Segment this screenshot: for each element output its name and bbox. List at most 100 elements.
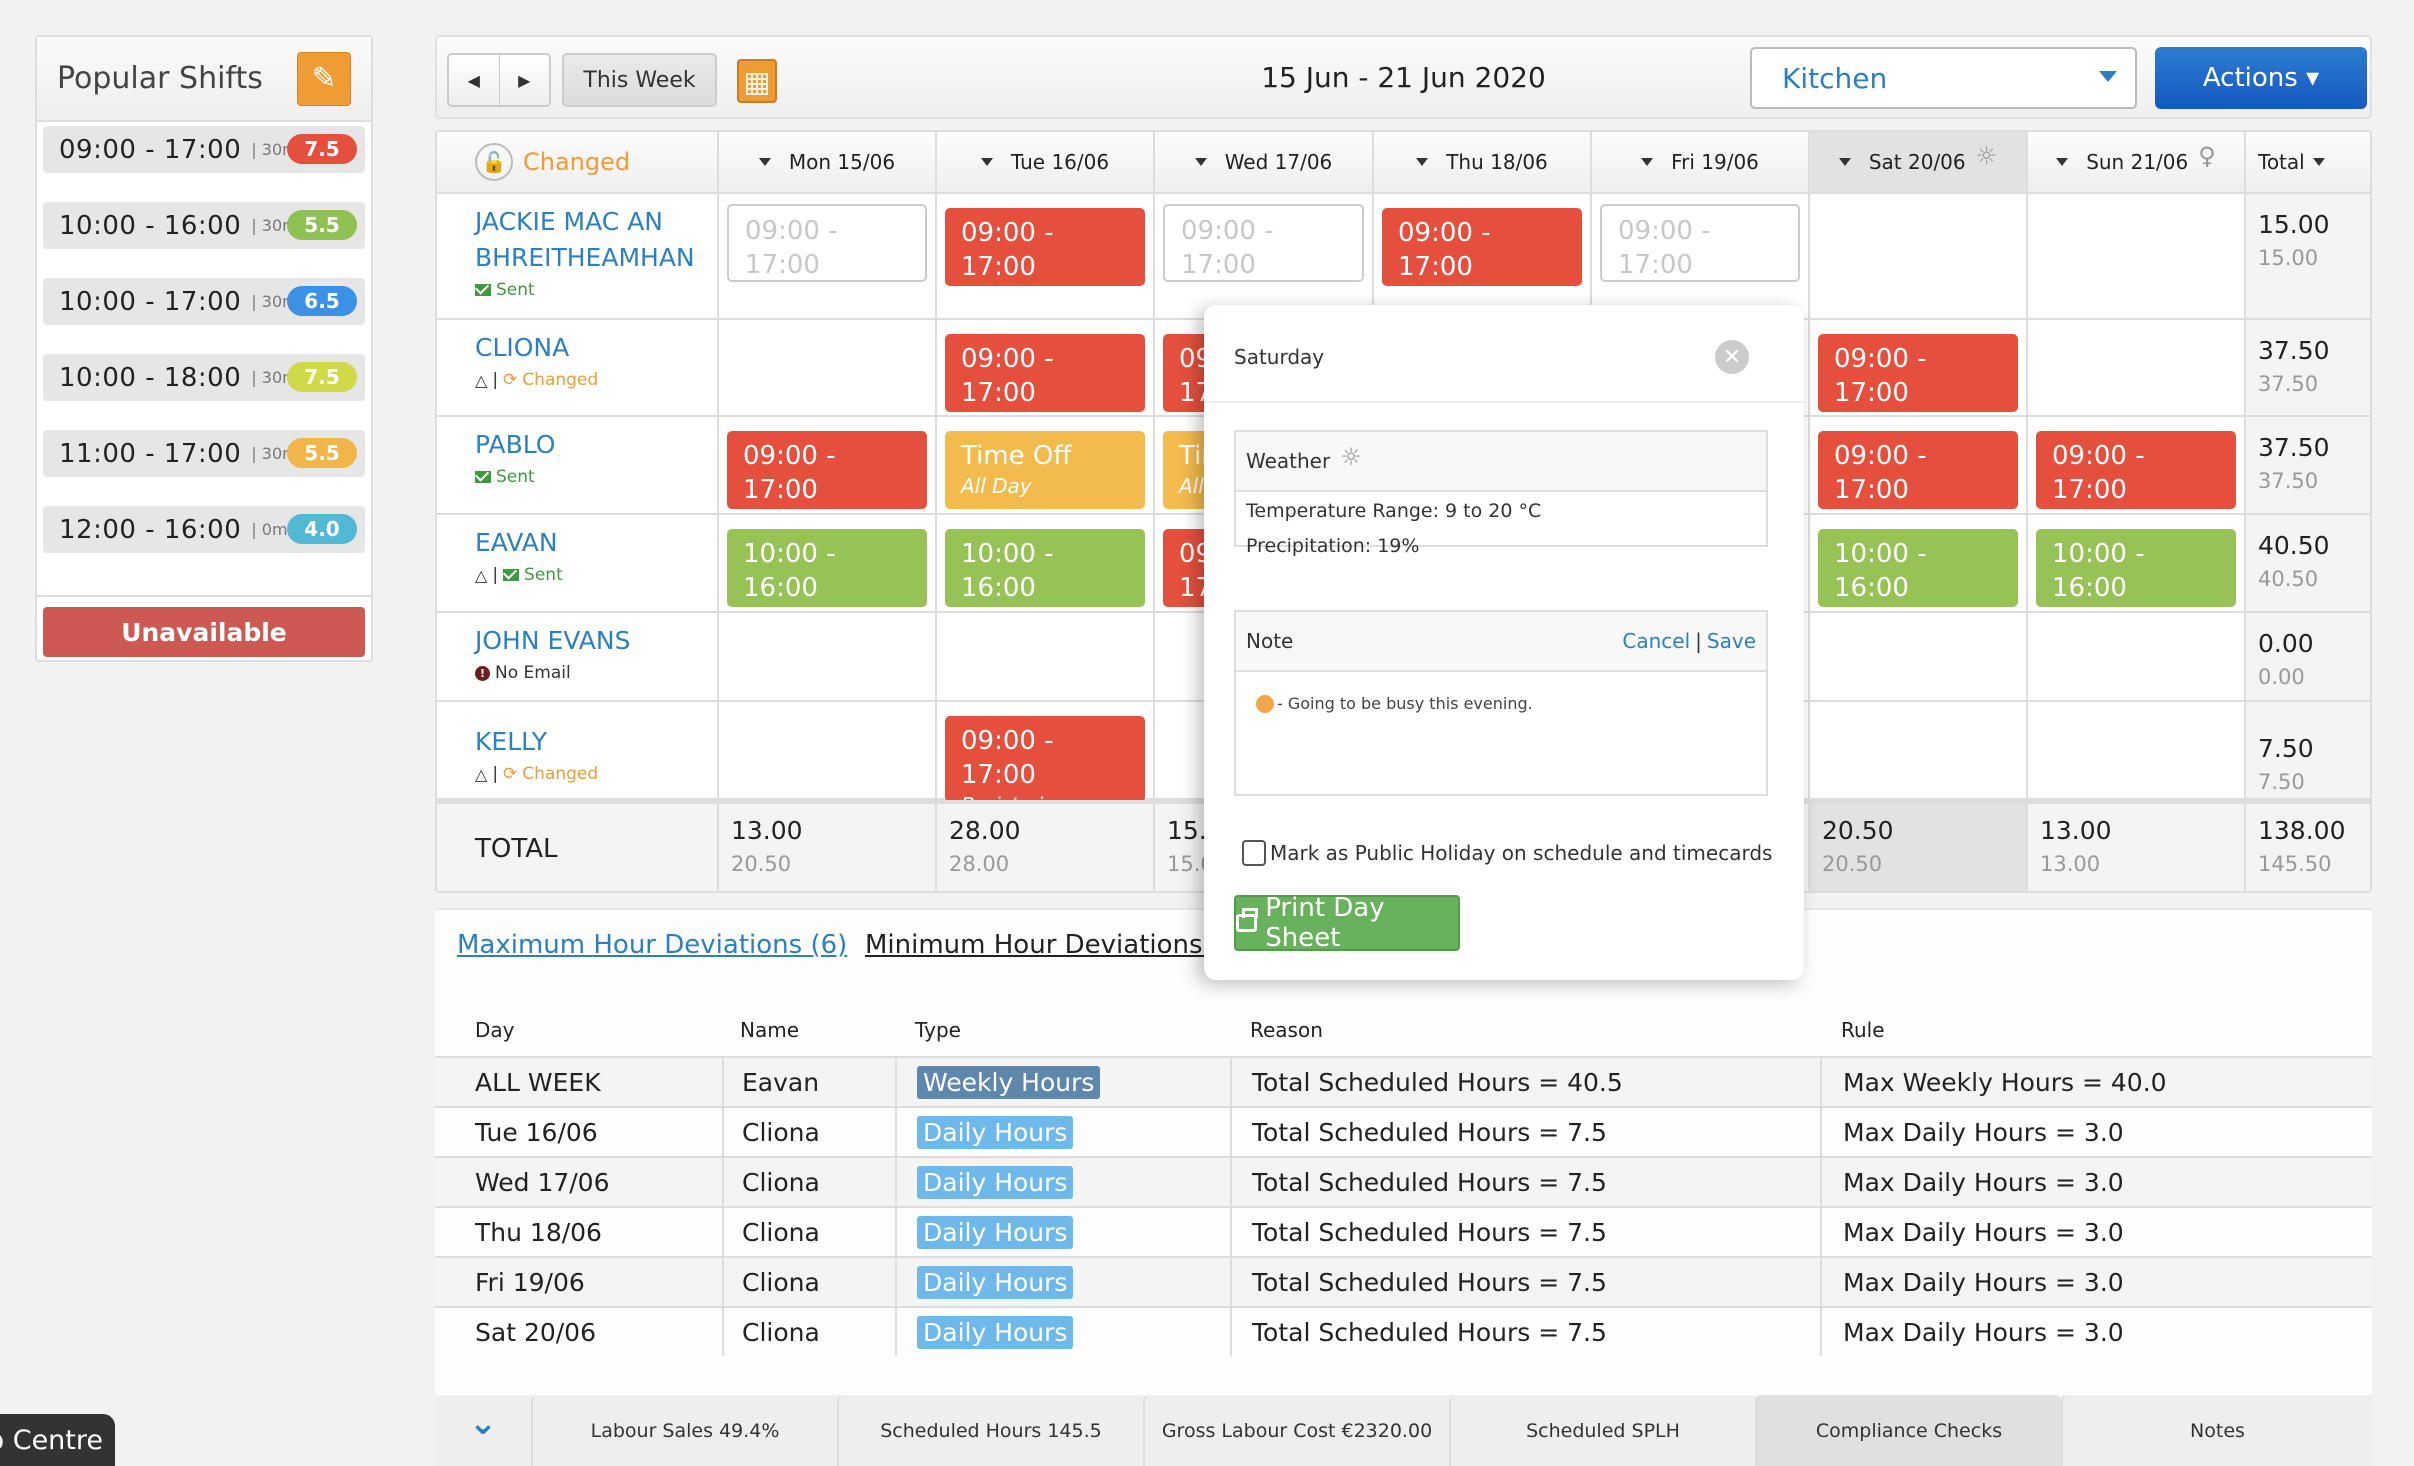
schedule-cell[interactable]: 09:00 - 17:00 Barista 18+ bbox=[1810, 320, 2028, 417]
actions-button[interactable]: Actions ▾ bbox=[2155, 47, 2367, 109]
summary-tab[interactable]: Compliance Checks bbox=[1755, 1395, 2061, 1466]
day-label: Tue 16/06 bbox=[1010, 150, 1110, 174]
previous-week-button[interactable]: ◀ bbox=[449, 55, 499, 105]
summary-tab[interactable]: Labour Sales 49.4% bbox=[531, 1395, 837, 1466]
employee-name-link[interactable]: CLIONA bbox=[475, 330, 717, 366]
public-holiday-checkbox[interactable] bbox=[1242, 840, 1266, 866]
shift-block[interactable]: 09:00 - 17:00 Manager bbox=[945, 208, 1145, 286]
shift-block[interactable]: 10:00 - 16:00 Barista 18+ bbox=[1818, 529, 2018, 607]
edit-popular-shifts-button[interactable]: ✎ bbox=[297, 51, 351, 106]
deviation-tab[interactable]: Minimum Hour Deviations (1) bbox=[865, 930, 1248, 960]
employee-name-link[interactable]: EAVAN bbox=[475, 525, 717, 561]
day-header-sun[interactable]: Sun 21/06 ♀ bbox=[2028, 132, 2246, 194]
schedule-cell[interactable]: 09:00 - 17:00Barista in Training (16-20) bbox=[937, 702, 1155, 802]
summary-tab[interactable]: Notes bbox=[2061, 1395, 2372, 1466]
employee-name-link[interactable]: JACKIE MAC AN BHREITHEAMHAN bbox=[475, 204, 695, 276]
comment-icon[interactable]: ♀ bbox=[2198, 142, 2216, 170]
schedule-cell[interactable]: 10:00 - 16:00 Barista 18+ bbox=[937, 515, 1155, 613]
scheduled-hours: 7.50 bbox=[2258, 734, 2314, 763]
day-header-mon[interactable]: Mon 15/06 bbox=[719, 132, 937, 194]
unavailable-button[interactable]: Unavailable bbox=[43, 607, 365, 657]
shift-block[interactable]: 09:00 - 17:00Oxford bbox=[1600, 204, 1800, 282]
shift-block[interactable]: 10:00 - 16:00 Barista 18+ bbox=[2036, 529, 2236, 607]
schedule-cell[interactable] bbox=[2028, 613, 2246, 702]
day-header-wed[interactable]: Wed 17/06 bbox=[1155, 132, 1374, 194]
schedule-cell[interactable] bbox=[2028, 702, 2246, 800]
this-week-button[interactable]: This Week bbox=[562, 53, 717, 107]
day-header-fri[interactable]: Fri 19/06 bbox=[1592, 132, 1810, 194]
schedule-cell[interactable]: 10:00 - 16:00 Barista 18+ bbox=[1810, 515, 2028, 613]
shift-block[interactable]: 09:00 - 17:00Oxford bbox=[1163, 204, 1364, 282]
schedule-cell[interactable]: 09:00 - 17:00 Barista bbox=[1810, 417, 2028, 515]
time-off-block[interactable]: Time Off All Day bbox=[945, 431, 1145, 509]
schedule-cell[interactable]: 09:00 - 17:00 Manager bbox=[937, 194, 1155, 320]
schedule-cell[interactable] bbox=[2028, 194, 2246, 320]
summary-tab[interactable]: Gross Labour Cost €2320.00 bbox=[1143, 1395, 1449, 1466]
popular-shift-item[interactable]: 10:00 - 17:00 | 30m 6.5 bbox=[43, 278, 365, 325]
shift-role: All Day bbox=[961, 474, 1032, 498]
schedule-cell[interactable]: Time Off All Day bbox=[937, 417, 1155, 515]
schedule-status-header[interactable]: 🔓 Changed bbox=[437, 132, 719, 194]
shift-block[interactable]: 09:00 - 17:00 Barista 18+ bbox=[1818, 334, 2018, 412]
next-week-button[interactable]: ▶ bbox=[498, 55, 550, 105]
day-header-sat[interactable]: Sat 20/06 ☼ bbox=[1810, 132, 2028, 194]
popular-shift-item[interactable]: 10:00 - 16:00 | 30m 5.5 bbox=[43, 202, 365, 249]
shift-block[interactable]: 09:00 - 17:00 Barista bbox=[1818, 431, 2018, 509]
close-popup-button[interactable]: ✕ bbox=[1715, 340, 1749, 374]
schedule-cell[interactable]: 09:00 - 17:00 Manager bbox=[1374, 194, 1592, 320]
day-header-tue[interactable]: Tue 16/06 bbox=[937, 132, 1155, 194]
schedule-cell[interactable]: 09:00 - 17:00Oxford bbox=[1155, 194, 1374, 320]
employee-name-link[interactable]: PABLO bbox=[475, 427, 717, 463]
bell-icon[interactable]: △ bbox=[475, 566, 487, 585]
bell-icon[interactable]: △ bbox=[475, 371, 487, 390]
deviation-day: Sat 20/06 bbox=[475, 1317, 596, 1347]
toggle-summary-button[interactable]: ⌄ bbox=[435, 1395, 531, 1466]
note-textarea[interactable]: - Going to be busy this evening. bbox=[1236, 672, 1766, 735]
schedule-cell[interactable] bbox=[2028, 320, 2246, 417]
employee-name-link[interactable]: JOHN EVANS bbox=[475, 623, 717, 659]
bell-icon[interactable]: △ bbox=[475, 765, 487, 784]
popular-shift-item[interactable]: 10:00 - 18:00 | 30m 7.5 bbox=[43, 354, 365, 401]
shift-block[interactable]: 09:00 - 17:00Barista in Training (16-20) bbox=[945, 716, 1145, 802]
weather-sun-icon[interactable]: ☼ bbox=[1976, 142, 1998, 170]
calendar-button[interactable] bbox=[737, 59, 777, 103]
shift-block[interactable]: 10:00 - 16:00 Barista 18+ bbox=[727, 529, 927, 607]
schedule-cell[interactable]: 09:00 - 17:00 Barista 18+ bbox=[937, 320, 1155, 417]
summary-tab[interactable]: Scheduled SPLH bbox=[1449, 1395, 1755, 1466]
location-select[interactable]: Kitchen bbox=[1750, 47, 2137, 109]
public-holiday-option[interactable]: Mark as Public Holiday on schedule and t… bbox=[1242, 840, 1772, 866]
cancel-note-link[interactable]: Cancel bbox=[1622, 629, 1690, 653]
help-centre-button[interactable]: Help Centre bbox=[0, 1414, 115, 1466]
schedule-cell[interactable] bbox=[719, 702, 937, 800]
shift-block[interactable]: 09:00 - 17:00 Barista 18+ bbox=[945, 334, 1145, 412]
popular-shift-item[interactable]: 12:00 - 16:00 | 0m 4.0 bbox=[43, 506, 365, 553]
schedule-cell[interactable]: 09:00 - 17:00Oxford bbox=[1592, 194, 1810, 320]
shift-block[interactable]: 09:00 - 17:00 Barista bbox=[727, 431, 927, 509]
shift-block[interactable]: 09:00 - 17:00 Manager bbox=[1382, 208, 1582, 286]
schedule-cell[interactable]: 10:00 - 16:00 Barista 18+ bbox=[2028, 515, 2246, 613]
schedule-cell[interactable] bbox=[719, 613, 937, 702]
schedule-cell[interactable]: 09:00 - 17:00Oxford bbox=[719, 194, 937, 320]
schedule-cell[interactable]: 10:00 - 16:00 Barista 18+ bbox=[719, 515, 937, 613]
schedule-cell[interactable]: 09:00 - 17:00 Barista bbox=[719, 417, 937, 515]
total-header[interactable]: Total bbox=[2246, 132, 2370, 194]
shift-block[interactable]: 10:00 - 16:00 Barista 18+ bbox=[945, 529, 1145, 607]
save-note-link[interactable]: Save bbox=[1707, 629, 1756, 653]
print-day-sheet-button[interactable]: Print Day Sheet bbox=[1234, 893, 1460, 953]
schedule-cell[interactable] bbox=[937, 613, 1155, 702]
schedule-cell[interactable] bbox=[1810, 194, 2028, 320]
employee-name-link[interactable]: KELLY bbox=[475, 724, 717, 760]
popular-shift-item[interactable]: 11:00 - 17:00 | 30m 5.5 bbox=[43, 430, 365, 477]
deviation-tab[interactable]: Maximum Hour Deviations (6) bbox=[457, 930, 847, 960]
shift-block[interactable]: 09:00 - 17:00 Barista bbox=[2036, 431, 2236, 509]
schedule-cell[interactable] bbox=[719, 320, 937, 417]
shift-block[interactable]: 09:00 - 17:00Oxford bbox=[727, 204, 927, 282]
shift-hours-badge: 4.0 bbox=[287, 514, 357, 544]
summary-tab[interactable]: Scheduled Hours 145.5 bbox=[837, 1395, 1143, 1466]
popular-shift-item[interactable]: 09:00 - 17:00 | 30m 7.5 bbox=[43, 126, 365, 173]
schedule-cell[interactable] bbox=[1810, 613, 2028, 702]
schedule-cell[interactable]: 09:00 - 17:00 Barista bbox=[2028, 417, 2246, 515]
day-header-thu[interactable]: Thu 18/06 bbox=[1374, 132, 1592, 194]
schedule-cell[interactable] bbox=[1810, 702, 2028, 800]
column-header-name: Name bbox=[740, 1018, 800, 1042]
